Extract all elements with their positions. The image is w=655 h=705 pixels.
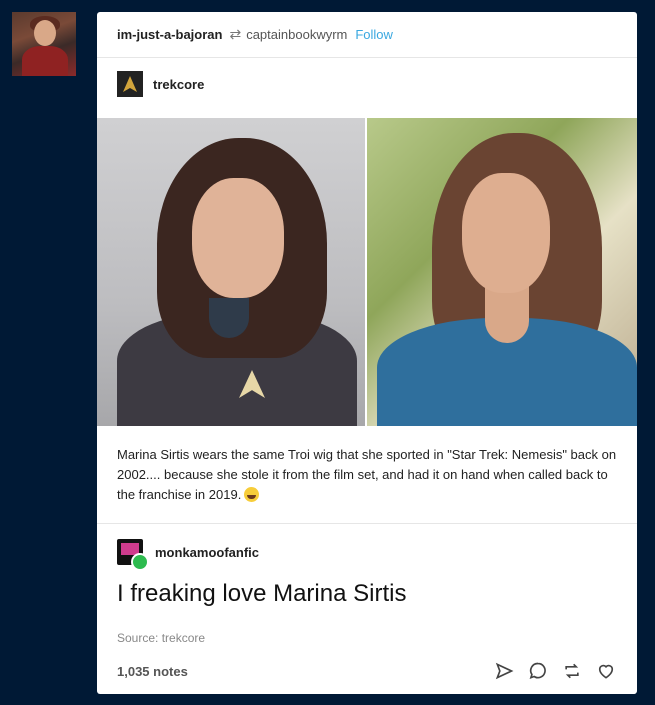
source-link[interactable]: Source: trekcore — [117, 631, 205, 645]
poster-avatar[interactable] — [12, 12, 76, 76]
reblog-button[interactable] — [561, 660, 583, 682]
reply-blog-avatar[interactable] — [117, 539, 149, 571]
caption-text: Marina Sirtis wears the same Troi wig th… — [117, 447, 617, 502]
online-status-icon — [131, 553, 149, 571]
post-header: im-just-a-bajoran ⇄ captainbookwyrm Foll… — [97, 12, 637, 58]
reblog-button-icon — [565, 663, 579, 679]
photo-troi-picard[interactable] — [367, 118, 637, 426]
notes-count[interactable]: 1,035 notes — [117, 664, 188, 679]
follow-button[interactable]: Follow — [355, 27, 393, 42]
share-icon — [495, 662, 514, 680]
source-blog-row: trekcore — [97, 58, 637, 110]
like-button[interactable] — [595, 660, 617, 682]
like-icon — [598, 664, 614, 679]
reblogged-from-username[interactable]: captainbookwyrm — [246, 27, 347, 42]
photo-troi-nemesis[interactable] — [97, 118, 365, 426]
post-actions — [493, 660, 617, 682]
reply-blog-row: monkamoofanfic — [117, 538, 259, 571]
laughing-emoji-icon — [244, 487, 260, 502]
reply-text: I freaking love Marina Sirtis — [117, 580, 407, 607]
post-card: im-just-a-bajoran ⇄ captainbookwyrm Foll… — [97, 12, 637, 694]
source-blog-name[interactable]: trekcore — [153, 77, 204, 92]
reply-icon — [529, 662, 546, 680]
reply-button[interactable] — [527, 660, 549, 682]
poster-username[interactable]: im-just-a-bajoran — [117, 27, 222, 42]
post-photos[interactable] — [97, 118, 637, 426]
divider — [97, 523, 637, 524]
share-button[interactable] — [493, 660, 515, 682]
reply-blog-name[interactable]: monkamoofanfic — [155, 545, 259, 560]
source-blog-avatar[interactable] — [117, 71, 143, 97]
post-caption: Marina Sirtis wears the same Troi wig th… — [117, 445, 617, 505]
reblog-icon: ⇄ — [229, 26, 242, 42]
